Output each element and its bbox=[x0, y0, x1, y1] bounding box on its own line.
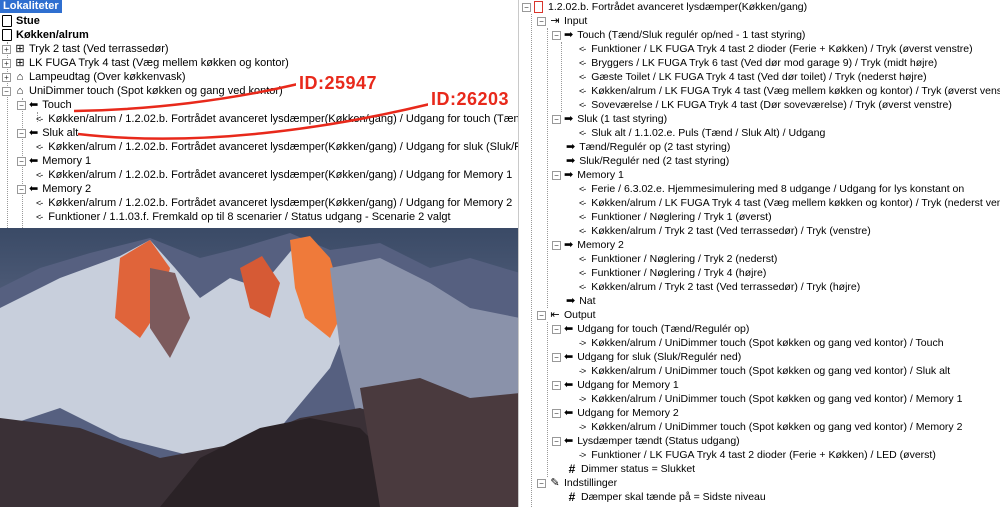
output-memory-2[interactable]: − ⬅ Udgang for Memory 2 bbox=[519, 406, 1000, 420]
status-hash-icon: # bbox=[568, 462, 576, 476]
input-arrow-icon: ➡ bbox=[564, 169, 574, 181]
input-sluk[interactable]: − ➡ Sluk (1 tast styring) bbox=[519, 112, 1000, 126]
link-arrow-icon: <- bbox=[579, 184, 586, 194]
input-memory-1-link-2[interactable]: <- Køkken/alrum / LK FUGA Tryk 4 tast (V… bbox=[519, 196, 1000, 210]
collapse-toggle[interactable]: − bbox=[552, 352, 561, 362]
collapse-toggle[interactable]: − bbox=[552, 30, 561, 40]
link-arrow-icon: <- bbox=[579, 254, 586, 264]
link-arrow-icon: <- bbox=[579, 86, 586, 96]
setting-hash-icon: # bbox=[568, 490, 576, 504]
module-root[interactable]: − 1.2.02.b. Fortrådet avanceret lysdæmpe… bbox=[519, 0, 1000, 14]
link-arrow-icon: <- bbox=[579, 198, 586, 208]
annotation-lines bbox=[73, 82, 431, 140]
collapse-toggle[interactable]: − bbox=[537, 16, 546, 26]
module-detail-panel: − 1.2.02.b. Fortrådet avanceret lysdæmpe… bbox=[518, 0, 1000, 507]
collapse-toggle[interactable]: − bbox=[552, 170, 561, 180]
section-indstillinger[interactable]: − ✎ Indstillinger bbox=[519, 476, 1000, 490]
input-touch-link-1[interactable]: <- Funktioner / LK FUGA Tryk 4 tast 2 di… bbox=[519, 42, 1000, 56]
input-arrow-icon: ➡ bbox=[566, 141, 576, 153]
link-arrow-icon: <- bbox=[579, 58, 586, 68]
output-memory-1-link[interactable]: -> Køkken/alrum / UniDimmer touch (Spot … bbox=[519, 392, 1000, 406]
input-memory-1-link-1[interactable]: <- Ferie / 6.3.02.e. Hjemmesimulering me… bbox=[519, 182, 1000, 196]
input-taend-reguler-op[interactable]: ➡ Tænd/Regulér op (2 tast styring) bbox=[519, 140, 1000, 154]
collapse-toggle[interactable]: − bbox=[552, 436, 561, 446]
output-arrow-icon: ⬅ bbox=[564, 407, 574, 419]
settings-edit-icon: ✎ bbox=[550, 477, 560, 489]
output-memory-2-link[interactable]: -> Køkken/alrum / UniDimmer touch (Spot … bbox=[519, 420, 1000, 434]
input-arrow-icon: ➡ bbox=[566, 295, 576, 307]
module-icon bbox=[534, 1, 543, 13]
output-arrow-icon: ⬅ bbox=[564, 435, 574, 447]
collapse-toggle[interactable]: − bbox=[552, 380, 561, 390]
collapse-toggle[interactable]: − bbox=[537, 310, 546, 320]
input-memory-1-link-3[interactable]: <- Funktioner / Nøglering / Tryk 1 (øver… bbox=[519, 210, 1000, 224]
input-arrow-icon: ➡ bbox=[564, 239, 574, 251]
input-memory-2-link-3[interactable]: <- Køkken/alrum / Tryk 2 tast (Ved terra… bbox=[519, 280, 1000, 294]
link-arrow-icon: -> bbox=[579, 422, 586, 432]
output-sluk[interactable]: − ⬅ Udgang for sluk (Sluk/Regulér ned) bbox=[519, 350, 1000, 364]
input-arrow-icon: ➡ bbox=[566, 155, 576, 167]
output-lysdaemper-taendt[interactable]: − ⬅ Lysdæmper tændt (Status udgang) bbox=[519, 434, 1000, 448]
output-arrow-icon: ⬅ bbox=[564, 323, 574, 335]
output-arrow-icon: ⬅ bbox=[564, 379, 574, 391]
link-arrow-icon: <- bbox=[579, 282, 586, 292]
input-icon: ⇥ bbox=[550, 15, 560, 27]
link-arrow-icon: -> bbox=[579, 450, 586, 460]
input-memory-2[interactable]: − ➡ Memory 2 bbox=[519, 238, 1000, 252]
input-touch-link-3[interactable]: <- Gæste Toilet / LK FUGA Tryk 4 tast (V… bbox=[519, 70, 1000, 84]
input-sluk-reguler-ned[interactable]: ➡ Sluk/Regulér ned (2 tast styring) bbox=[519, 154, 1000, 168]
collapse-toggle[interactable]: − bbox=[552, 324, 561, 334]
collapse-toggle[interactable]: − bbox=[552, 408, 561, 418]
input-memory-1[interactable]: − ➡ Memory 1 bbox=[519, 168, 1000, 182]
input-arrow-icon: ➡ bbox=[564, 113, 574, 125]
link-arrow-icon: -> bbox=[579, 338, 586, 348]
link-arrow-icon: <- bbox=[579, 268, 586, 278]
annotation-id-25947: ID:25947 bbox=[296, 72, 381, 94]
section-input[interactable]: − ⇥ Input bbox=[519, 14, 1000, 28]
input-memory-2-link-2[interactable]: <- Funktioner / Nøglering / Tryk 4 (højr… bbox=[519, 266, 1000, 280]
link-arrow-icon: <- bbox=[579, 212, 586, 222]
output-icon: ⇤ bbox=[550, 309, 560, 321]
annotation-id-26203: ID:26203 bbox=[428, 88, 513, 110]
collapse-toggle[interactable]: − bbox=[522, 2, 531, 12]
input-touch-link-4[interactable]: <- Køkken/alrum / LK FUGA Tryk 4 tast (V… bbox=[519, 84, 1000, 98]
output-touch[interactable]: − ⬅ Udgang for touch (Tænd/Regulér op) bbox=[519, 322, 1000, 336]
input-memory-2-link-1[interactable]: <- Funktioner / Nøglering / Tryk 2 (nede… bbox=[519, 252, 1000, 266]
link-arrow-icon: <- bbox=[579, 128, 586, 138]
input-touch-link-2[interactable]: <- Bryggers / LK FUGA Tryk 6 tast (Ved d… bbox=[519, 56, 1000, 70]
output-dimmer-status[interactable]: # Dimmer status = Slukket bbox=[519, 462, 1000, 476]
output-touch-link[interactable]: -> Køkken/alrum / UniDimmer touch (Spot … bbox=[519, 336, 1000, 350]
output-memory-1[interactable]: − ⬅ Udgang for Memory 1 bbox=[519, 378, 1000, 392]
input-touch[interactable]: − ➡ Touch (Tænd/Sluk regulér op/ned - 1 … bbox=[519, 28, 1000, 42]
input-sluk-link[interactable]: <- Sluk alt / 1.1.02.e. Puls (Tænd / Slu… bbox=[519, 126, 1000, 140]
link-arrow-icon: -> bbox=[579, 366, 586, 376]
link-arrow-icon: <- bbox=[579, 72, 586, 82]
desktop-wallpaper bbox=[0, 228, 520, 507]
output-lysdaemper-link[interactable]: -> Funktioner / LK FUGA Tryk 4 tast 2 di… bbox=[519, 448, 1000, 462]
link-arrow-icon: <- bbox=[579, 44, 586, 54]
output-sluk-link[interactable]: -> Køkken/alrum / UniDimmer touch (Spot … bbox=[519, 364, 1000, 378]
collapse-toggle[interactable]: − bbox=[552, 114, 561, 124]
input-nat[interactable]: ➡ Nat bbox=[519, 294, 1000, 308]
link-arrow-icon: -> bbox=[579, 394, 586, 404]
output-arrow-icon: ⬅ bbox=[564, 351, 574, 363]
input-touch-link-5[interactable]: <- Soveværelse / LK FUGA Tryk 4 tast (Dø… bbox=[519, 98, 1000, 112]
link-arrow-icon: <- bbox=[579, 100, 586, 110]
setting-daemper-niveau[interactable]: # Dæmper skal tænde på = Sidste niveau bbox=[519, 490, 1000, 504]
section-output[interactable]: − ⇤ Output bbox=[519, 308, 1000, 322]
collapse-toggle[interactable]: − bbox=[537, 478, 546, 488]
input-arrow-icon: ➡ bbox=[564, 29, 574, 41]
collapse-toggle[interactable]: − bbox=[552, 240, 561, 250]
link-arrow-icon: <- bbox=[579, 226, 586, 236]
input-memory-1-link-4[interactable]: <- Køkken/alrum / Tryk 2 tast (Ved terra… bbox=[519, 224, 1000, 238]
